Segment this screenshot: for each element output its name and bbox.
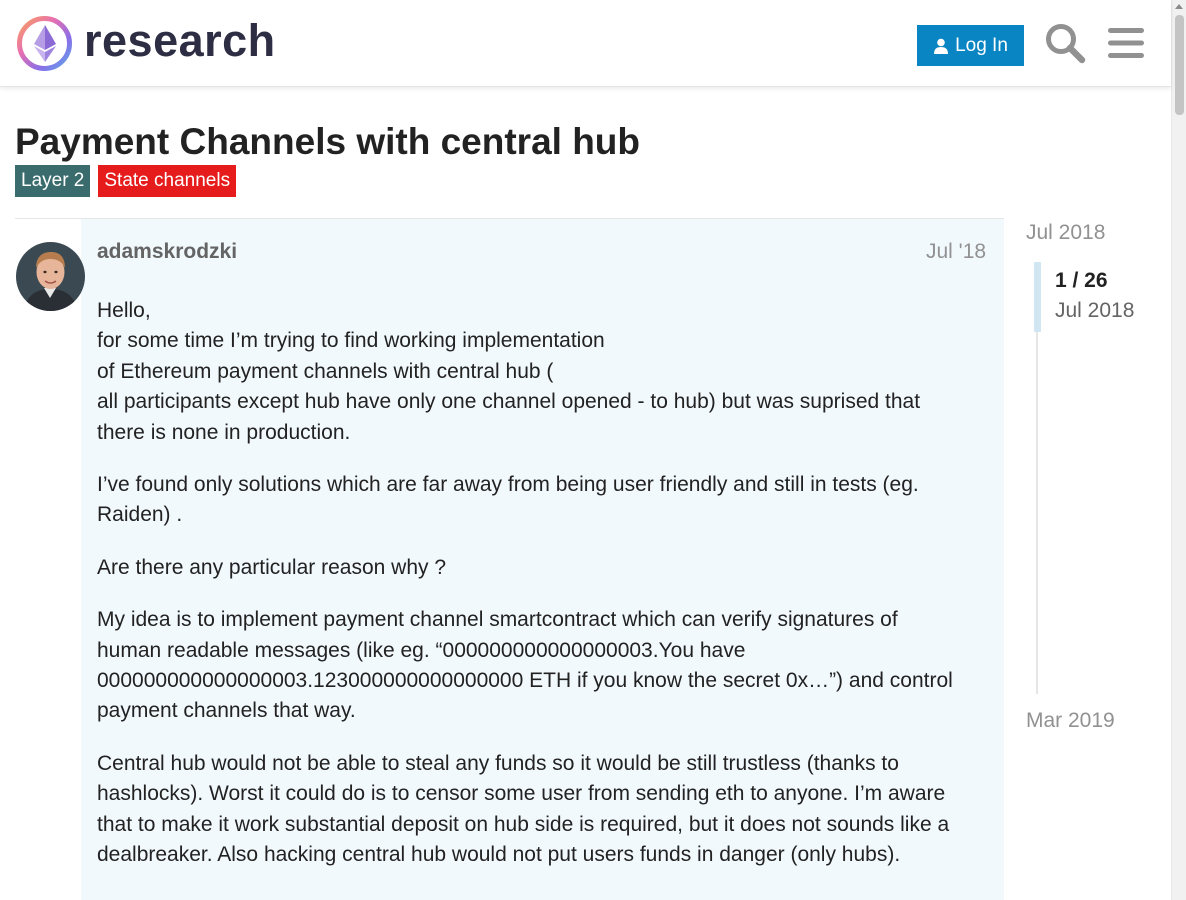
log-in-label: Log In: [955, 34, 1008, 56]
post-text-line: human readable messages (like eg. “00000…: [97, 638, 746, 662]
topic-title[interactable]: Payment Channels with central hub: [15, 121, 640, 163]
search-button[interactable]: [1043, 20, 1087, 66]
hamburger-menu-button[interactable]: [1106, 24, 1146, 62]
log-in-button[interactable]: Log In: [917, 25, 1024, 66]
post-text-line: Are there any particular reason why ?: [97, 555, 447, 579]
post-text-line: Central hub would not be able to steal a…: [97, 751, 899, 775]
post-text-line: of Ethereum payment channels with centra…: [97, 359, 554, 383]
timeline-position-date: Jul 2018: [1055, 299, 1135, 322]
timeline-start-date[interactable]: Jul 2018: [1026, 221, 1105, 245]
post-text-line: hashlocks). Worst it could do is to cens…: [97, 782, 946, 806]
scrollbar-thumb[interactable]: [1175, 15, 1184, 115]
hamburger-menu-icon: [1108, 28, 1144, 58]
post-text-line: that to make it work substantial deposit…: [97, 812, 950, 836]
post-text-line: Hello,: [97, 299, 151, 322]
post-text-line: 000000000000000003.123000000000000000 ET…: [97, 669, 953, 693]
site-name: research: [84, 15, 276, 66]
post-paragraph: Hello, for some time I’m trying to find …: [97, 296, 992, 448]
post-content: Hello, for some time I’m trying to find …: [97, 296, 992, 893]
timeline-end-date[interactable]: Mar 2019: [1026, 709, 1115, 733]
page-scrollbar[interactable]: [1171, 0, 1186, 900]
post-text-line: for some time I’m trying to find working…: [97, 329, 605, 353]
search-icon: [1046, 24, 1086, 64]
post-text-line: My idea is to implement payment channel …: [97, 608, 898, 632]
post-paragraph: I’ve found only solutions which are far …: [97, 470, 992, 531]
post-date[interactable]: Jul '18: [926, 240, 986, 264]
post-text-line: all participants except hub have only on…: [97, 390, 921, 414]
topic-tags: Layer 2 State channels: [15, 165, 237, 197]
timeline-scroll-handle[interactable]: [1034, 262, 1041, 332]
post-username[interactable]: adamskrodzki: [97, 240, 237, 264]
tag-layer-2[interactable]: Layer 2: [15, 165, 91, 197]
scroll-up-arrow-icon[interactable]: [1175, 4, 1183, 9]
site-logo[interactable]: research: [16, 15, 276, 72]
avatar[interactable]: [16, 242, 85, 311]
post-text-line: Raiden) .: [97, 503, 183, 527]
user-avatar-icon: [16, 242, 85, 311]
site-header: research Log In: [0, 0, 1171, 87]
post-text-line: there is none in production.: [97, 420, 351, 444]
tag-state-channels[interactable]: State channels: [98, 165, 237, 197]
user-icon: [934, 38, 949, 54]
post-paragraph: Are there any particular reason why ?: [97, 553, 992, 583]
post-paragraph: Central hub would not be able to steal a…: [97, 749, 992, 871]
post-paragraph: My idea is to implement payment channel …: [97, 605, 992, 727]
post-text-line: I’ve found only solutions which are far …: [97, 473, 919, 497]
post-text-line: payment channels that way.: [97, 699, 356, 723]
timeline-position: 1 / 26: [1055, 269, 1108, 292]
post-text-line: dealbreaker. Also hacking central hub wo…: [97, 843, 901, 867]
ethereum-logo-icon: [17, 16, 72, 71]
